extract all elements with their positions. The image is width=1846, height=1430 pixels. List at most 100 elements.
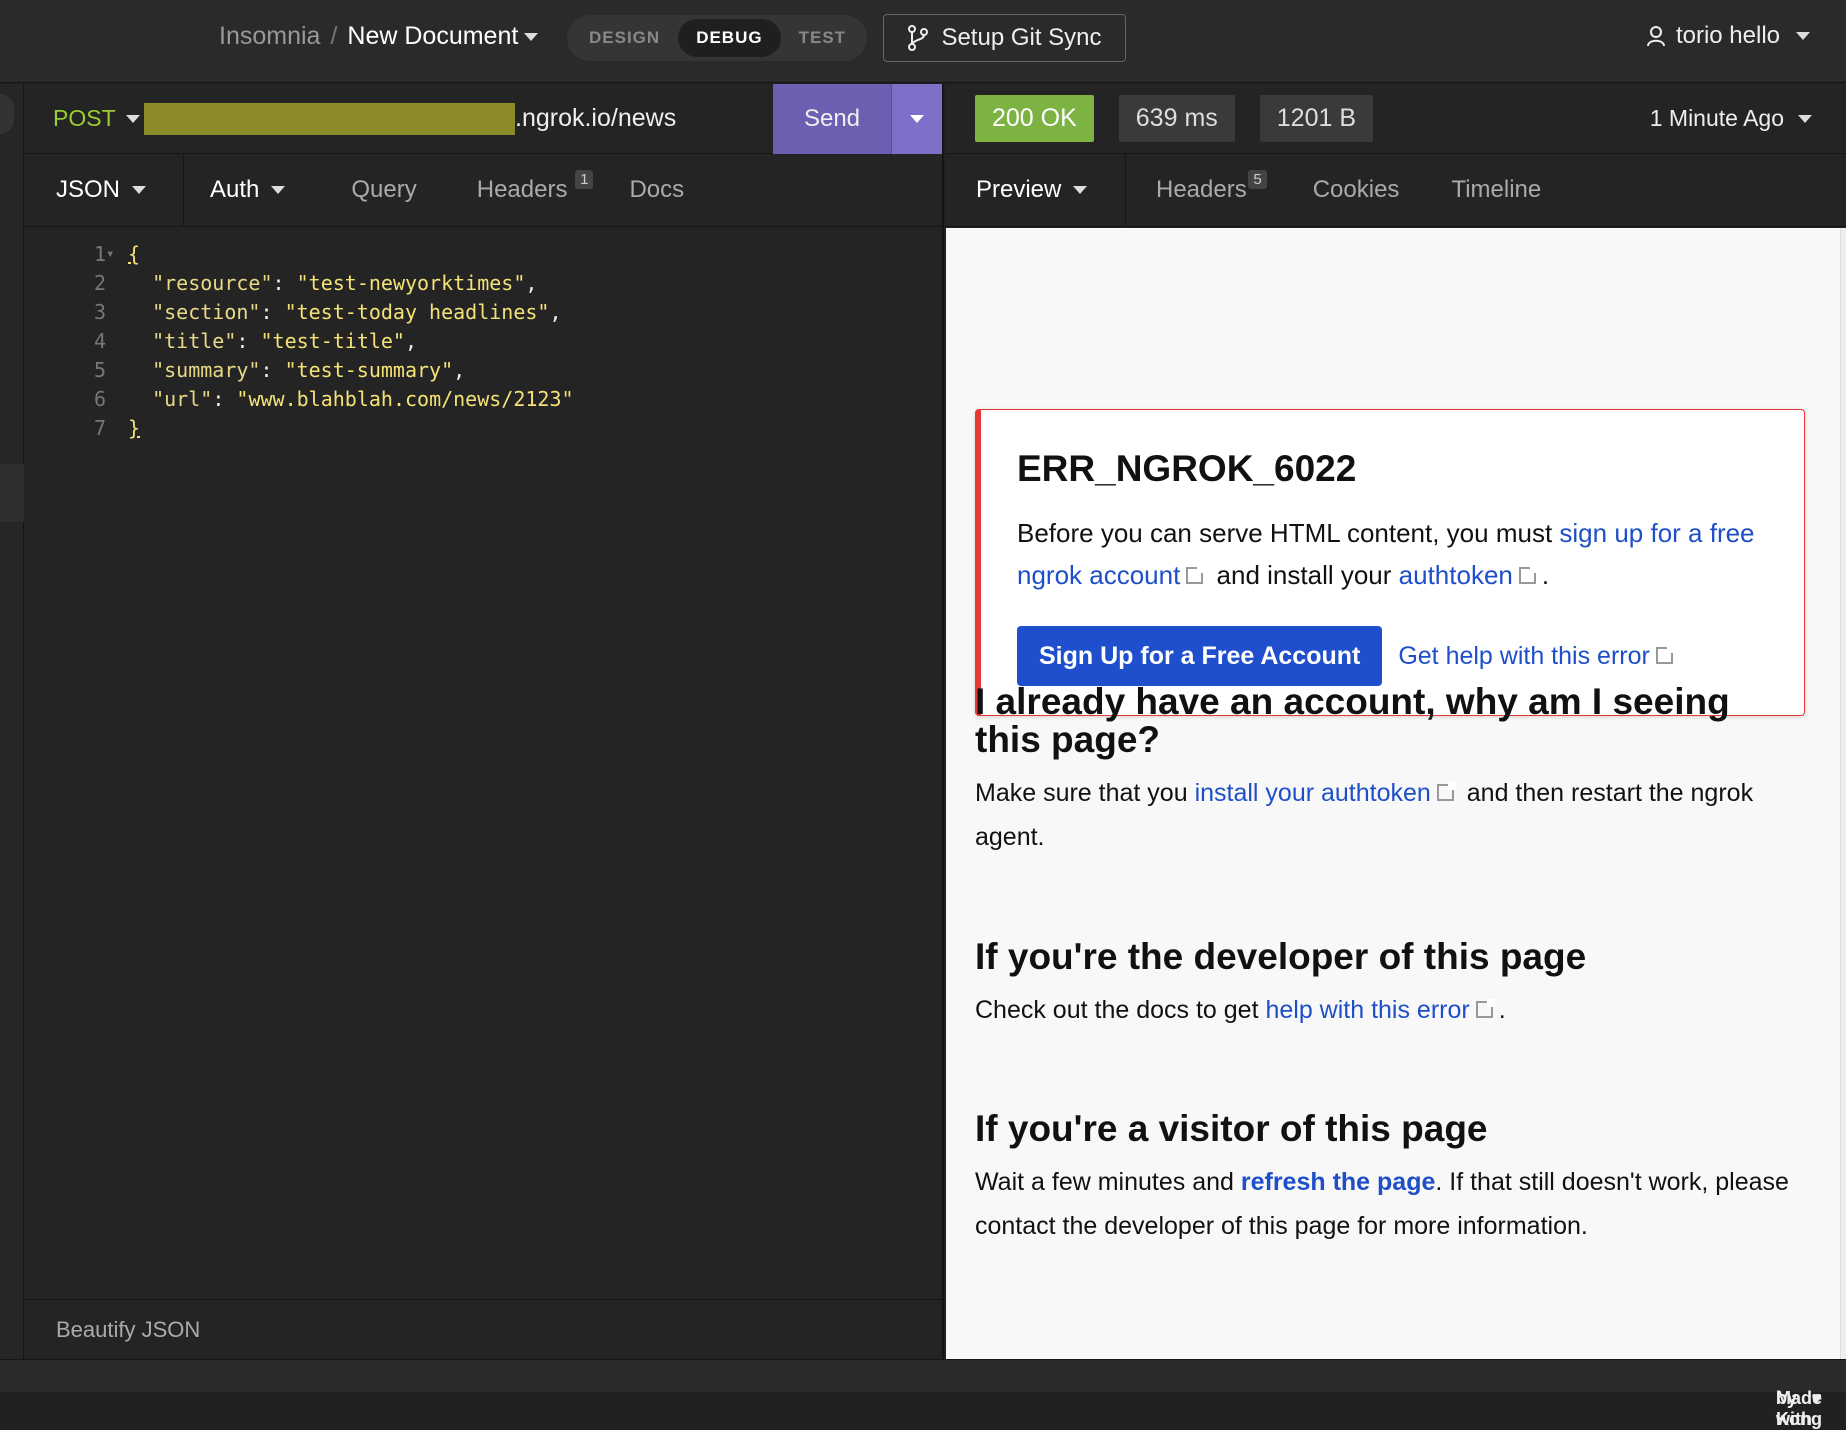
json-value: "test-today headlines" xyxy=(284,299,550,324)
method-label: POST xyxy=(53,105,116,131)
code-text: } xyxy=(128,415,141,440)
url-input[interactable]: .ngrok.io/news xyxy=(515,104,773,133)
tab-headers-label: Headers xyxy=(476,176,568,203)
code-line: 7} xyxy=(24,413,942,442)
chevron-down-icon xyxy=(125,114,140,123)
code-line: 5 "summary": "test-summary", xyxy=(24,355,942,384)
external-link-icon xyxy=(1436,782,1456,801)
tab-headers[interactable]: Headers 1 xyxy=(447,154,598,227)
tab-response-headers[interactable]: Headers 5 xyxy=(1126,154,1277,227)
response-age: 1 Minute Ago xyxy=(1649,105,1784,131)
authtoken-link[interactable]: authtoken xyxy=(1399,560,1513,590)
help-link[interactable]: Get help with this error xyxy=(1398,642,1679,671)
mode-test[interactable]: TEST xyxy=(781,19,864,57)
chevron-down-icon xyxy=(1073,186,1088,194)
chevron-down-icon xyxy=(1798,114,1812,123)
breadcrumb-app[interactable]: Insomnia xyxy=(219,22,320,51)
section-developer: If you're the developer of this page Che… xyxy=(975,938,1805,1032)
beautify-json-button[interactable]: Beautify JSON xyxy=(56,1317,200,1343)
install-authtoken-link[interactable]: install your authtoken xyxy=(1195,779,1431,807)
send-button[interactable]: Send xyxy=(773,83,891,154)
json-value: "test-summary" xyxy=(284,357,454,382)
breadcrumb: Insomnia / New Document xyxy=(219,22,539,51)
line-number: 7 xyxy=(93,415,106,440)
app-status-bar: Made with ♥ by Kong xyxy=(0,1359,1846,1429)
user-icon xyxy=(1646,26,1665,47)
chevron-down-icon xyxy=(524,33,539,42)
section-text: Wait a few minutes and refresh the page.… xyxy=(975,1160,1805,1248)
json-key: "title" xyxy=(152,328,237,353)
user-menu[interactable]: torio hello xyxy=(1646,22,1810,50)
git-branch-icon xyxy=(908,25,929,51)
document-menu[interactable]: New Document xyxy=(347,22,539,51)
error-card: ERR_NGROK_6022 Before you can serve HTML… xyxy=(975,409,1805,716)
external-link-icon xyxy=(1518,565,1538,584)
sidebar-collapsed[interactable] xyxy=(0,84,24,1359)
editor-footer: Beautify JSON xyxy=(24,1299,942,1359)
git-sync-label: Setup Git Sync xyxy=(941,24,1102,51)
tab-preview[interactable]: Preview xyxy=(946,153,1126,227)
user-name: torio hello xyxy=(1675,22,1780,49)
json-key: "summary" xyxy=(152,357,261,382)
json-key: "section" xyxy=(152,299,261,324)
error-text: . xyxy=(1541,560,1550,590)
tab-auth[interactable]: Auth xyxy=(184,154,315,227)
section-text-part: Wait a few minutes and xyxy=(975,1168,1241,1196)
json-punct: , xyxy=(404,328,418,353)
breadcrumb-separator: / xyxy=(330,22,338,50)
fold-toggle-icon[interactable]: ▾ xyxy=(106,246,128,262)
tab-docs[interactable]: Docs xyxy=(597,154,714,227)
url-bar: POST .ngrok.io/news Send xyxy=(24,83,942,154)
response-time: 639 ms xyxy=(1118,95,1235,142)
setup-git-sync-button[interactable]: Setup Git Sync xyxy=(883,14,1126,62)
external-link-icon xyxy=(1186,565,1206,584)
mode-switcher: DESIGN DEBUG TEST xyxy=(567,15,867,61)
signup-button[interactable]: Sign Up for a Free Account xyxy=(1017,626,1383,686)
line-number: 3 xyxy=(93,299,106,324)
section-text: Check out the docs to get help with this… xyxy=(975,988,1805,1032)
section-text: Make sure that you install your authtoke… xyxy=(975,771,1805,859)
response-preview[interactable]: ERR_NGROK_6022 Before you can serve HTML… xyxy=(946,228,1846,1359)
tab-preview-label: Preview xyxy=(976,176,1062,203)
section-has-account: I already have an account, why am I seei… xyxy=(975,683,1805,859)
tab-cookies[interactable]: Cookies xyxy=(1277,154,1430,227)
tab-body-label: JSON xyxy=(56,176,121,203)
refresh-page-link[interactable]: refresh the page xyxy=(1241,1168,1436,1196)
line-number: 2 xyxy=(93,270,106,295)
mode-debug[interactable]: DEBUG xyxy=(678,19,781,57)
preview-scrollbar[interactable] xyxy=(1840,228,1846,1359)
json-body-editor[interactable]: 1 ▾{ 2 "resource": "test-newyorktimes", 3… xyxy=(24,227,942,1287)
sidebar-selected-item[interactable] xyxy=(0,464,24,522)
json-value: "www.blahblah.com/news/2123" xyxy=(236,386,574,411)
by-kong-text: by Kong xyxy=(1776,1388,1822,1429)
chevron-down-icon xyxy=(910,114,924,123)
mode-design[interactable]: DESIGN xyxy=(571,19,678,57)
help-error-link[interactable]: help with this error xyxy=(1265,996,1469,1024)
code-line: 2 "resource": "test-newyorktimes", xyxy=(24,268,942,297)
json-key: "url" xyxy=(152,386,213,411)
code-line: 1 ▾{ xyxy=(24,239,942,268)
send-options-button[interactable] xyxy=(891,83,942,154)
chevron-down-icon xyxy=(132,186,147,194)
section-title: If you're a visitor of this page xyxy=(975,1108,1488,1149)
section-text-part: . xyxy=(1498,996,1506,1024)
tab-body[interactable]: JSON xyxy=(24,153,184,227)
tab-timeline[interactable]: Timeline xyxy=(1429,154,1571,227)
error-actions: Sign Up for a Free Account Get help with… xyxy=(1017,626,1804,686)
line-number: 5 xyxy=(93,357,106,382)
status-badge: 200 OK xyxy=(975,95,1094,142)
sidebar-toggle[interactable] xyxy=(0,94,14,134)
external-link-icon xyxy=(1655,644,1675,664)
request-tabs: JSON Auth Query Headers 1 Docs xyxy=(24,153,942,227)
method-select[interactable]: POST xyxy=(24,105,144,132)
tab-query[interactable]: Query xyxy=(315,154,446,227)
chevron-down-icon xyxy=(271,186,286,194)
response-history-menu[interactable]: 1 Minute Ago xyxy=(1650,105,1846,132)
code-line: 3 "section": "test-today headlines", xyxy=(24,297,942,326)
response-status-bar: 200 OK 639 ms 1201 B 1 Minute Ago xyxy=(946,84,1846,154)
json-value: "test-title" xyxy=(260,328,405,353)
code-line: 4 "title": "test-title", xyxy=(24,326,942,355)
document-name: New Document xyxy=(347,22,519,50)
section-text-part: Check out the docs to get xyxy=(975,996,1266,1024)
response-size: 1201 B xyxy=(1259,95,1374,142)
